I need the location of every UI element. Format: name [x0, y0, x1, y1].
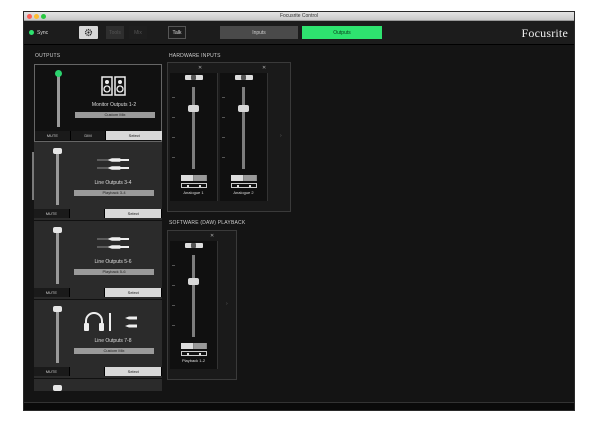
sync-status-icon — [29, 30, 34, 35]
sync-label: Sync — [37, 29, 49, 36]
settings-button[interactable] — [79, 26, 98, 39]
chevron-right-icon[interactable]: › — [280, 133, 282, 139]
speakers-icon — [79, 73, 149, 99]
hardware-inputs-group: ✕ ✕ Analogue 1 Analogue 2 › — [167, 62, 291, 212]
close-icon[interactable]: ✕ — [210, 233, 214, 239]
title-bar: Focusrite Control — [24, 12, 574, 21]
tab-outputs[interactable]: Outputs — [302, 26, 382, 39]
output-source-select[interactable]: Playback 5-6 — [74, 269, 154, 275]
output-label: Line Outputs 5-6 — [94, 259, 132, 265]
channel-fader-knob[interactable] — [238, 104, 249, 112]
mute-solo-buttons[interactable] — [231, 175, 257, 181]
channel-mode-buttons[interactable] — [181, 351, 207, 356]
tools-label: Tools — [109, 29, 121, 36]
output-buttons: MUTE DIM Select — [35, 131, 162, 140]
output-source-select[interactable]: Playback 3-4 — [74, 190, 154, 196]
mixer-channel: Analogue 2 — [220, 73, 268, 201]
output-strip-line-3-4[interactable]: Line Outputs 3-4 Playback 3-4 MUTE Selec… — [34, 143, 162, 221]
gear-icon — [84, 28, 93, 37]
mix-button[interactable]: Mix — [129, 26, 147, 39]
mute-solo-buttons[interactable] — [181, 175, 207, 181]
close-icon[interactable]: ✕ — [198, 65, 202, 71]
close-icon[interactable]: ✕ — [262, 65, 266, 71]
mute-button[interactable]: MUTE — [34, 367, 70, 376]
output-strip-partial[interactable] — [34, 380, 162, 391]
pan-control[interactable] — [185, 243, 203, 248]
channel-name: Analogue 2 — [233, 190, 254, 195]
outputs-column: Monitor Outputs 1-2 Custom Mix MUTE DIM … — [34, 64, 162, 391]
mute-button[interactable]: MUTE — [35, 131, 71, 140]
channel-mode-buttons[interactable] — [181, 183, 207, 188]
pan-control[interactable] — [235, 75, 253, 80]
tab-inputs[interactable]: Inputs — [220, 26, 298, 39]
channel-fader-knob[interactable] — [188, 278, 199, 286]
meter-scale — [172, 87, 176, 169]
mute-button[interactable]: MUTE — [34, 209, 70, 218]
output-fader-knob[interactable] — [53, 148, 62, 154]
chevron-right-icon[interactable]: › — [226, 301, 228, 307]
output-fader[interactable] — [57, 73, 60, 127]
button-spacer — [69, 288, 106, 297]
output-fader-knob[interactable] — [55, 70, 62, 77]
output-source-select[interactable]: Custom Mix — [75, 112, 155, 118]
output-fader[interactable] — [56, 309, 59, 363]
sync-indicator: Sync — [29, 26, 55, 39]
output-fader-knob[interactable] — [53, 306, 62, 312]
output-strip-monitor[interactable]: Monitor Outputs 1-2 Custom Mix MUTE DIM … — [34, 64, 162, 142]
headphones-cables-icon — [78, 309, 148, 335]
output-fader-knob[interactable] — [53, 385, 62, 391]
meter-scale — [222, 87, 226, 169]
output-buttons: MUTE Select — [34, 209, 162, 218]
software-playback-section-title: SOFTWARE (DAW) PLAYBACK — [169, 220, 246, 226]
channel-name: Analogue 1 — [183, 190, 204, 195]
mute-button[interactable]: MUTE — [34, 288, 70, 297]
mix-label: Mix — [134, 29, 142, 36]
pan-control[interactable] — [185, 75, 203, 80]
channel-fader[interactable] — [242, 87, 245, 169]
select-button[interactable]: Select — [106, 131, 162, 140]
software-playback-group: ✕ Playback 1-2 › — [167, 230, 237, 380]
mixer-channel: Analogue 1 — [170, 73, 218, 201]
output-label: Line Outputs 3-4 — [94, 180, 132, 186]
mute-solo-buttons[interactable] — [181, 343, 207, 349]
channel-mode-buttons[interactable] — [231, 183, 257, 188]
dim-button[interactable]: DIM — [70, 131, 107, 140]
channel-fader[interactable] — [192, 87, 195, 169]
output-fader-knob[interactable] — [53, 227, 62, 233]
status-bar — [24, 402, 574, 410]
outputs-section-title: OUTPUTS — [35, 53, 61, 59]
output-buttons: MUTE Select — [34, 367, 162, 376]
button-spacer — [69, 367, 106, 376]
hardware-inputs-section-title: HARDWARE INPUTS — [169, 53, 221, 59]
tab-inputs-label: Inputs — [252, 29, 266, 36]
window-title: Focusrite Control — [279, 13, 319, 19]
cables-icon — [78, 230, 148, 256]
channel-fader[interactable] — [192, 255, 195, 337]
toolbar: Sync Tools Mix Talk Inputs Outputs Focus… — [24, 21, 574, 45]
output-fader[interactable] — [56, 230, 59, 284]
app-window: Focusrite Control Sync Tools Mix Talk In… — [23, 11, 575, 411]
channel-name: Playback 1-2 — [181, 358, 206, 363]
output-source-select[interactable]: Custom Mix — [74, 348, 154, 354]
tools-button[interactable]: Tools — [106, 26, 124, 39]
select-button[interactable]: Select — [105, 288, 162, 297]
select-button[interactable]: Select — [105, 367, 162, 376]
output-strip-line-7-8[interactable]: Line Outputs 7-8 Custom Mix MUTE Select — [34, 301, 162, 379]
output-buttons: MUTE Select — [34, 288, 162, 297]
select-button[interactable]: Select — [105, 209, 162, 218]
tab-outputs-label: Outputs — [333, 29, 351, 36]
button-spacer — [69, 209, 106, 218]
mixer-channel: Playback 1-2 — [170, 241, 218, 369]
output-label: Line Outputs 7-8 — [94, 338, 132, 344]
talk-button[interactable]: Talk — [168, 26, 186, 39]
output-strip-line-5-6[interactable]: Line Outputs 5-6 Playback 5-6 MUTE Selec… — [34, 222, 162, 300]
talk-label: Talk — [172, 29, 182, 36]
meter-scale — [172, 255, 176, 337]
output-fader[interactable] — [56, 151, 59, 205]
headphones-cables-icon — [78, 388, 148, 391]
focusrite-logo: Focusrite — [521, 26, 568, 40]
channel-fader-knob[interactable] — [188, 104, 199, 112]
output-label: Monitor Outputs 1-2 — [91, 102, 137, 108]
cables-icon — [78, 151, 148, 177]
